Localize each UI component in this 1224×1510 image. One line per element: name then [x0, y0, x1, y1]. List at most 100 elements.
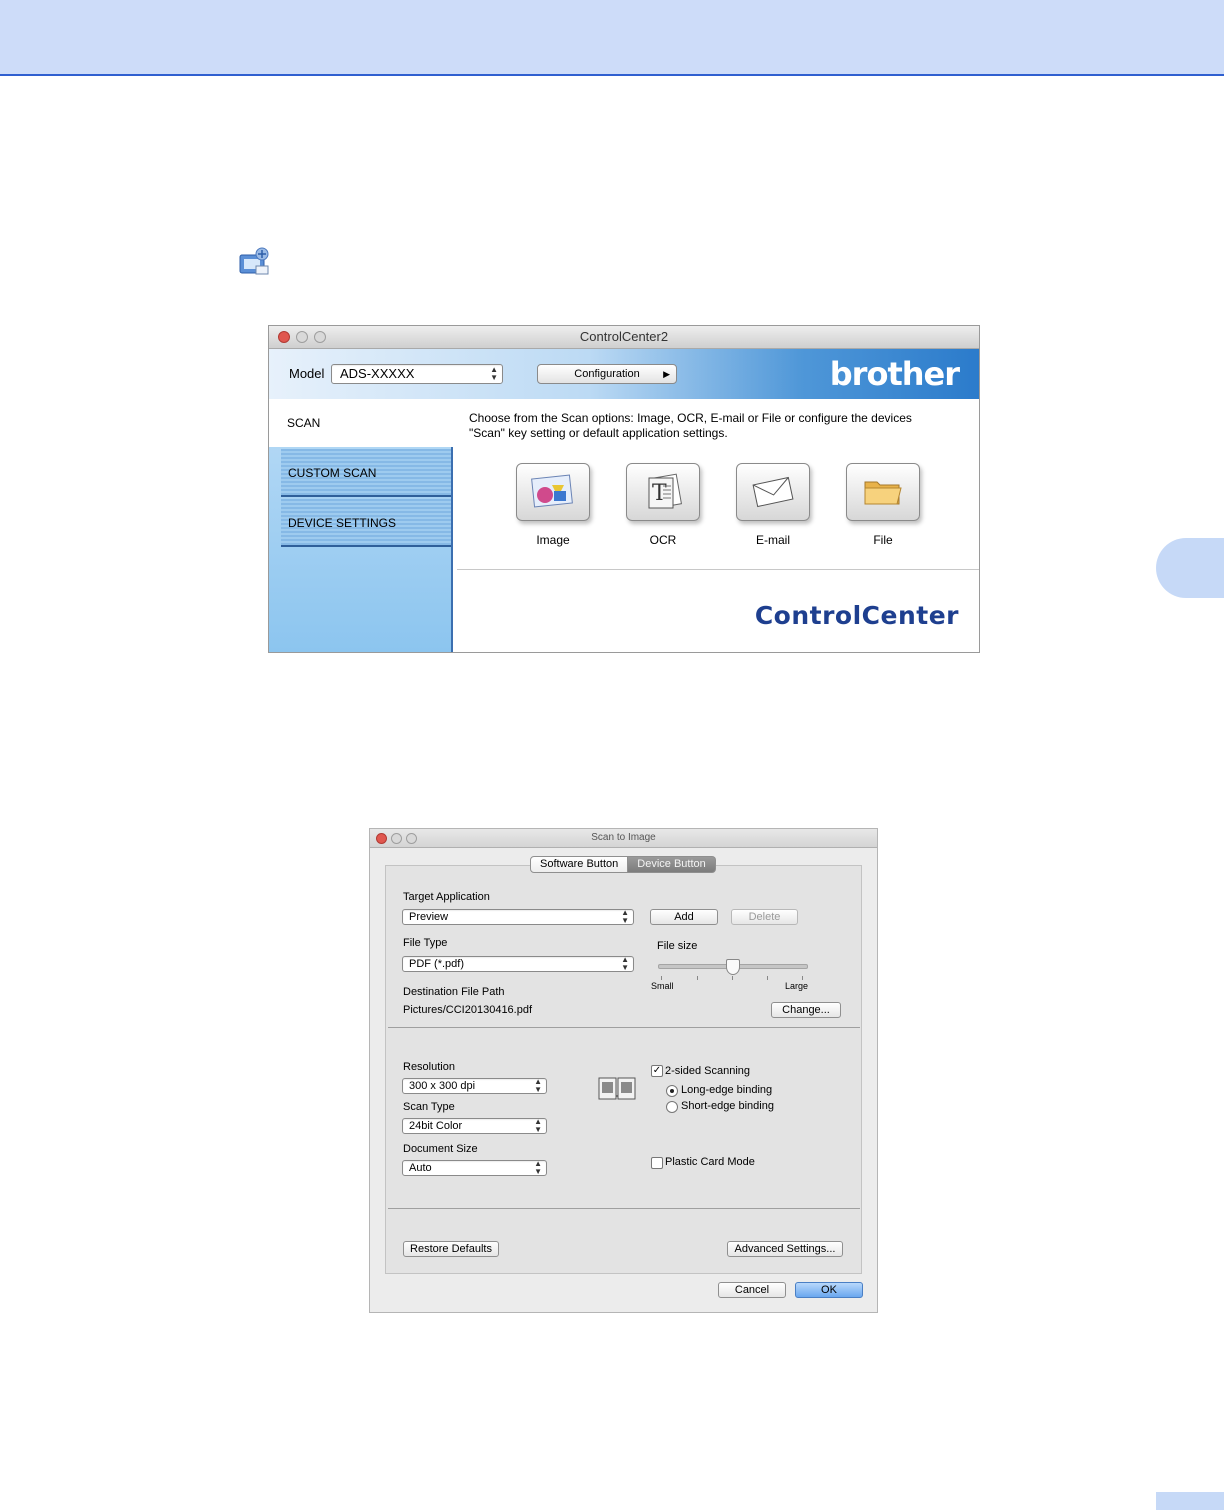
- model-select[interactable]: ADS-XXXXX ▲ ▼: [331, 364, 503, 384]
- short-edge-radio[interactable]: [666, 1101, 678, 1113]
- file-type-value: PDF (*.pdf): [409, 958, 465, 970]
- image-icon: [531, 474, 573, 508]
- section-divider: [388, 1208, 860, 1209]
- resolution-select[interactable]: 300 x 300 dpi ▲ ▼: [402, 1078, 547, 1094]
- plastic-card-checkbox[interactable]: [651, 1157, 663, 1169]
- slider-tick: [732, 976, 733, 980]
- document-size-select[interactable]: Auto ▲ ▼: [402, 1160, 547, 1176]
- window-close-button[interactable]: [278, 331, 290, 343]
- long-edge-radio[interactable]: [666, 1085, 678, 1097]
- ok-button[interactable]: OK: [795, 1282, 863, 1298]
- brother-logo: brother: [829, 355, 960, 393]
- select-arrows-icon: ▲ ▼: [490, 365, 498, 382]
- long-edge-label: Long-edge binding: [681, 1084, 773, 1096]
- tile-label: Image: [536, 533, 570, 547]
- model-select-value: ADS-XXXXX: [340, 366, 415, 381]
- window-close-button[interactable]: [376, 833, 387, 844]
- chapter-side-tab: [1156, 538, 1224, 598]
- restore-defaults-button[interactable]: Restore Defaults: [403, 1241, 499, 1257]
- document-size-value: Auto: [409, 1162, 432, 1174]
- window-minimize-button[interactable]: [391, 833, 402, 844]
- target-application-value: Preview: [409, 911, 449, 923]
- nav-item-label: SCAN: [287, 416, 321, 430]
- nav-item-scan[interactable]: SCAN: [269, 399, 453, 447]
- file-size-slider-knob[interactable]: [726, 959, 740, 975]
- scan-panel: Choose from the Scan options: Image, OCR…: [453, 399, 979, 652]
- model-label: Model: [289, 366, 325, 381]
- page-number-box: [1156, 1492, 1224, 1510]
- triangle-right-icon: ▶: [663, 369, 670, 379]
- duplex-scan-icon: [598, 1077, 636, 1100]
- select-arrows-icon: ▲ ▼: [621, 955, 629, 972]
- tile-label: E-mail: [755, 533, 790, 547]
- window-minimize-button[interactable]: [296, 331, 308, 343]
- plastic-card-label: Plastic Card Mode: [665, 1156, 755, 1168]
- scan-to-ocr-button[interactable]: T: [626, 463, 700, 521]
- cancel-button[interactable]: Cancel: [718, 1282, 786, 1298]
- file-size-large-label: Large: [785, 981, 809, 991]
- scan-type-label: Scan Type: [403, 1101, 455, 1113]
- advanced-settings-button[interactable]: Advanced Settings...: [727, 1241, 843, 1257]
- delete-button[interactable]: Delete: [731, 909, 798, 925]
- file-size-small-label: Small: [651, 981, 674, 991]
- ocr-icon: T: [648, 473, 683, 509]
- select-arrows-icon: ▲ ▼: [534, 1159, 542, 1176]
- select-arrows-icon: ▲ ▼: [534, 1077, 542, 1094]
- scan-to-image-button[interactable]: [516, 463, 590, 521]
- file-size-label: File size: [657, 940, 698, 952]
- dialog-title: Scan to Image: [591, 832, 656, 843]
- envelope-icon: [752, 476, 794, 508]
- folder-icon: [864, 481, 902, 505]
- scan-type-value: 24bit Color: [409, 1120, 463, 1132]
- controlcenter-sidebar: SCAN CUSTOM SCAN DEVICE SETTINGS: [269, 399, 453, 652]
- controlcenter-wordmark: ControlCenter: [754, 601, 959, 630]
- resolution-value: 300 x 300 dpi: [409, 1080, 476, 1092]
- window-zoom-button[interactable]: [406, 833, 417, 844]
- document-size-label: Document Size: [403, 1143, 478, 1155]
- add-button[interactable]: Add: [650, 909, 718, 925]
- window-zoom-button[interactable]: [314, 331, 326, 343]
- tab-software-button[interactable]: Software Button: [530, 856, 629, 873]
- scan-to-ocr-tile[interactable]: T OCR: [625, 463, 701, 547]
- tile-label: OCR: [649, 533, 677, 547]
- scan-to-file-button[interactable]: [846, 463, 920, 521]
- resolution-label: Resolution: [403, 1061, 455, 1073]
- select-arrows-icon: ▲ ▼: [534, 1117, 542, 1134]
- short-edge-label: Short-edge binding: [681, 1100, 774, 1112]
- controlcenter-toolbar: Model ADS-XXXXX ▲ ▼ Configuration ▶ broth…: [269, 349, 979, 399]
- tab-device-button[interactable]: Device Button: [628, 856, 716, 873]
- checkmark-icon: ✓: [652, 1065, 662, 1076]
- scan-type-select[interactable]: 24bit Color ▲ ▼: [402, 1118, 547, 1134]
- section-divider: [388, 1027, 860, 1028]
- panel-divider: [457, 569, 979, 570]
- two-sided-label: 2-sided Scanning: [665, 1065, 751, 1077]
- change-button[interactable]: Change...: [771, 1002, 841, 1018]
- scan-to-image-tile[interactable]: Image: [515, 463, 591, 547]
- nav-item-custom-scan[interactable]: CUSTOM SCAN: [281, 449, 451, 497]
- slider-tick: [661, 976, 662, 980]
- destination-path-label: Destination File Path: [403, 986, 505, 998]
- file-type-label: File Type: [403, 937, 448, 949]
- select-arrows-icon: ▲ ▼: [621, 908, 629, 925]
- target-application-select[interactable]: Preview ▲ ▼: [402, 909, 634, 925]
- tile-label: File: [873, 533, 893, 547]
- slider-tick: [697, 976, 698, 980]
- configuration-label: Configuration: [574, 368, 640, 380]
- slider-tick: [767, 976, 768, 980]
- nav-item-device-settings[interactable]: DEVICE SETTINGS: [281, 499, 451, 547]
- nav-item-label: DEVICE SETTINGS: [288, 516, 397, 530]
- two-sided-checkbox[interactable]: ✓: [651, 1065, 663, 1077]
- scan-to-email-button[interactable]: [736, 463, 810, 521]
- nav-item-label: CUSTOM SCAN: [288, 466, 377, 480]
- target-application-label: Target Application: [403, 891, 490, 903]
- scan-description: Choose from the Scan options: Image, OCR…: [469, 411, 969, 441]
- scan-to-file-tile[interactable]: File: [845, 463, 921, 547]
- scan-to-email-tile[interactable]: E-mail: [735, 463, 811, 547]
- scan-to-image-dialog: Scan to Image Software Button Device But…: [369, 828, 878, 1313]
- controlcenter-window: ControlCenter2 Model ADS-XXXXX ▲ ▼ Config…: [268, 325, 980, 653]
- file-type-select[interactable]: PDF (*.pdf) ▲ ▼: [402, 956, 634, 972]
- dialog-titlebar: Scan to Image: [370, 829, 877, 848]
- configuration-button[interactable]: Configuration ▶: [537, 364, 677, 384]
- button-mode-tabs: Software Button Device Button: [530, 856, 716, 873]
- scan-description-line: "Scan" key setting or default applicatio…: [469, 426, 728, 440]
